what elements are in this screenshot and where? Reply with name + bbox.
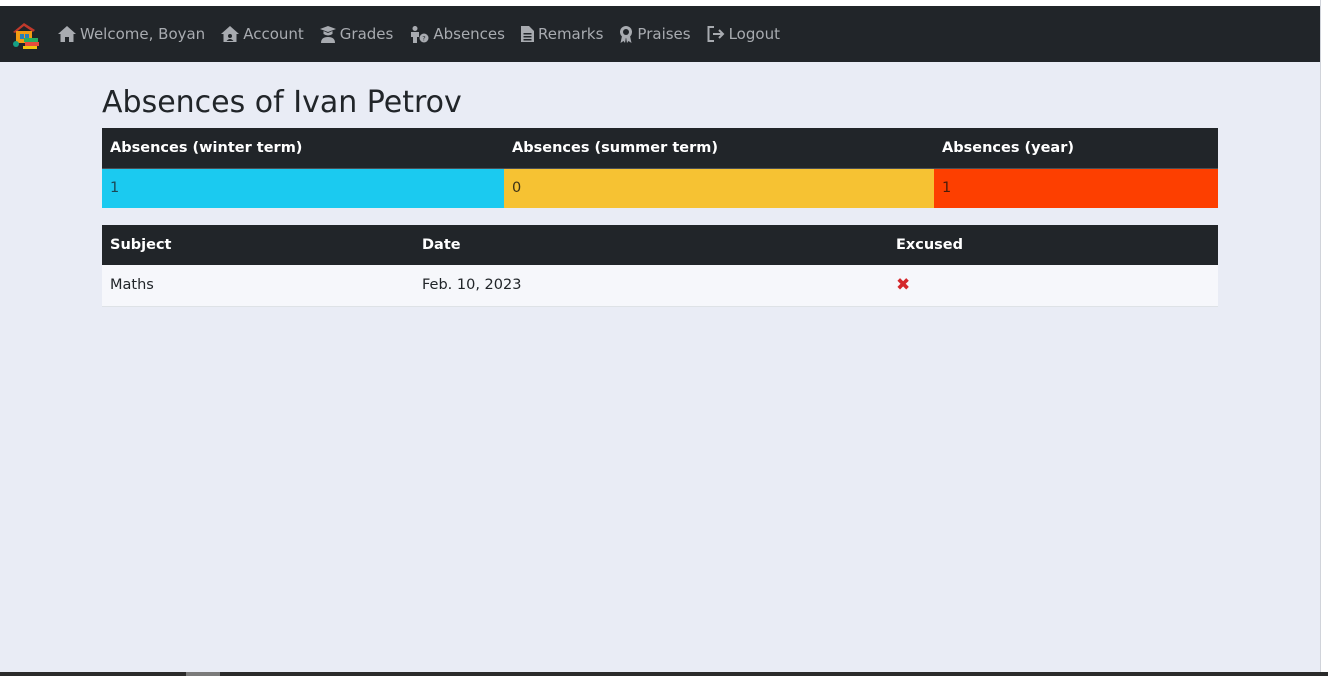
nav-remarks-label: Remarks <box>537 25 604 43</box>
svg-text:?: ? <box>423 34 426 42</box>
summary-term-header: Absences (summer term) <box>504 128 934 169</box>
details-header-row: Subject Date Excused <box>102 225 1218 265</box>
date-cell: Feb. 10, 2023 <box>414 265 888 307</box>
winter-term-count: 1 <box>102 168 504 208</box>
graduate-icon <box>319 25 336 43</box>
absence-summary-table: Absences (winter term) Absences (summer … <box>102 128 1218 208</box>
absent-person-icon: ? <box>411 25 429 43</box>
summer-term-count: 0 <box>504 168 934 208</box>
horizontal-scrollbar[interactable] <box>0 672 1328 676</box>
window-scrollbar-track[interactable] <box>1320 0 1328 676</box>
not-excused-x-icon: ✖ <box>896 275 911 296</box>
date-header: Date <box>414 225 888 265</box>
year-count: 1 <box>934 168 1218 208</box>
nav-praises[interactable]: Praises <box>619 25 691 43</box>
nav-praises-label: Praises <box>637 25 691 43</box>
logout-icon <box>707 26 725 42</box>
summary-value-row: 1 0 1 <box>102 168 1218 208</box>
excused-cell: ✖ <box>888 265 1218 307</box>
absences-detail-table: Subject Date Excused Maths Feb. 10, 2023… <box>102 225 1218 307</box>
nav-remarks[interactable]: Remarks <box>520 25 604 43</box>
nav-grades-label: Grades <box>339 25 394 43</box>
navbar: Welcome, Boyan Account Grades ? Absences <box>0 6 1320 62</box>
nav-logout[interactable]: Logout <box>707 25 780 43</box>
account-house-icon <box>221 26 240 42</box>
nav-welcome-label: Welcome, Boyan <box>80 25 206 43</box>
main-content: Absences of Ivan Petrov Absences (winter… <box>102 84 1218 307</box>
nav-grades[interactable]: Grades <box>319 25 394 43</box>
nav-absences[interactable]: ? Absences <box>409 25 505 43</box>
document-icon <box>520 26 534 42</box>
summary-header-row: Absences (winter term) Absences (summer … <box>102 128 1218 169</box>
nav-welcome[interactable]: Welcome, Boyan <box>58 25 205 43</box>
nav-logout-label: Logout <box>728 25 780 43</box>
winter-term-header: Absences (winter term) <box>102 128 504 169</box>
subject-cell: Maths <box>102 265 414 307</box>
nav-absences-label: Absences <box>433 25 505 43</box>
table-row: Maths Feb. 10, 2023 ✖ <box>102 265 1218 307</box>
home-icon <box>58 26 76 42</box>
year-header: Absences (year) <box>934 128 1218 169</box>
award-icon <box>620 25 633 43</box>
excused-header: Excused <box>888 225 1218 265</box>
nav-account[interactable]: Account <box>221 25 304 43</box>
nav-account-label: Account <box>243 25 304 43</box>
page-title: Absences of Ivan Petrov <box>102 85 462 120</box>
subject-header: Subject <box>102 225 414 265</box>
scrollbar-thumb[interactable] <box>186 672 220 676</box>
school-logo-icon[interactable] <box>10 18 42 50</box>
